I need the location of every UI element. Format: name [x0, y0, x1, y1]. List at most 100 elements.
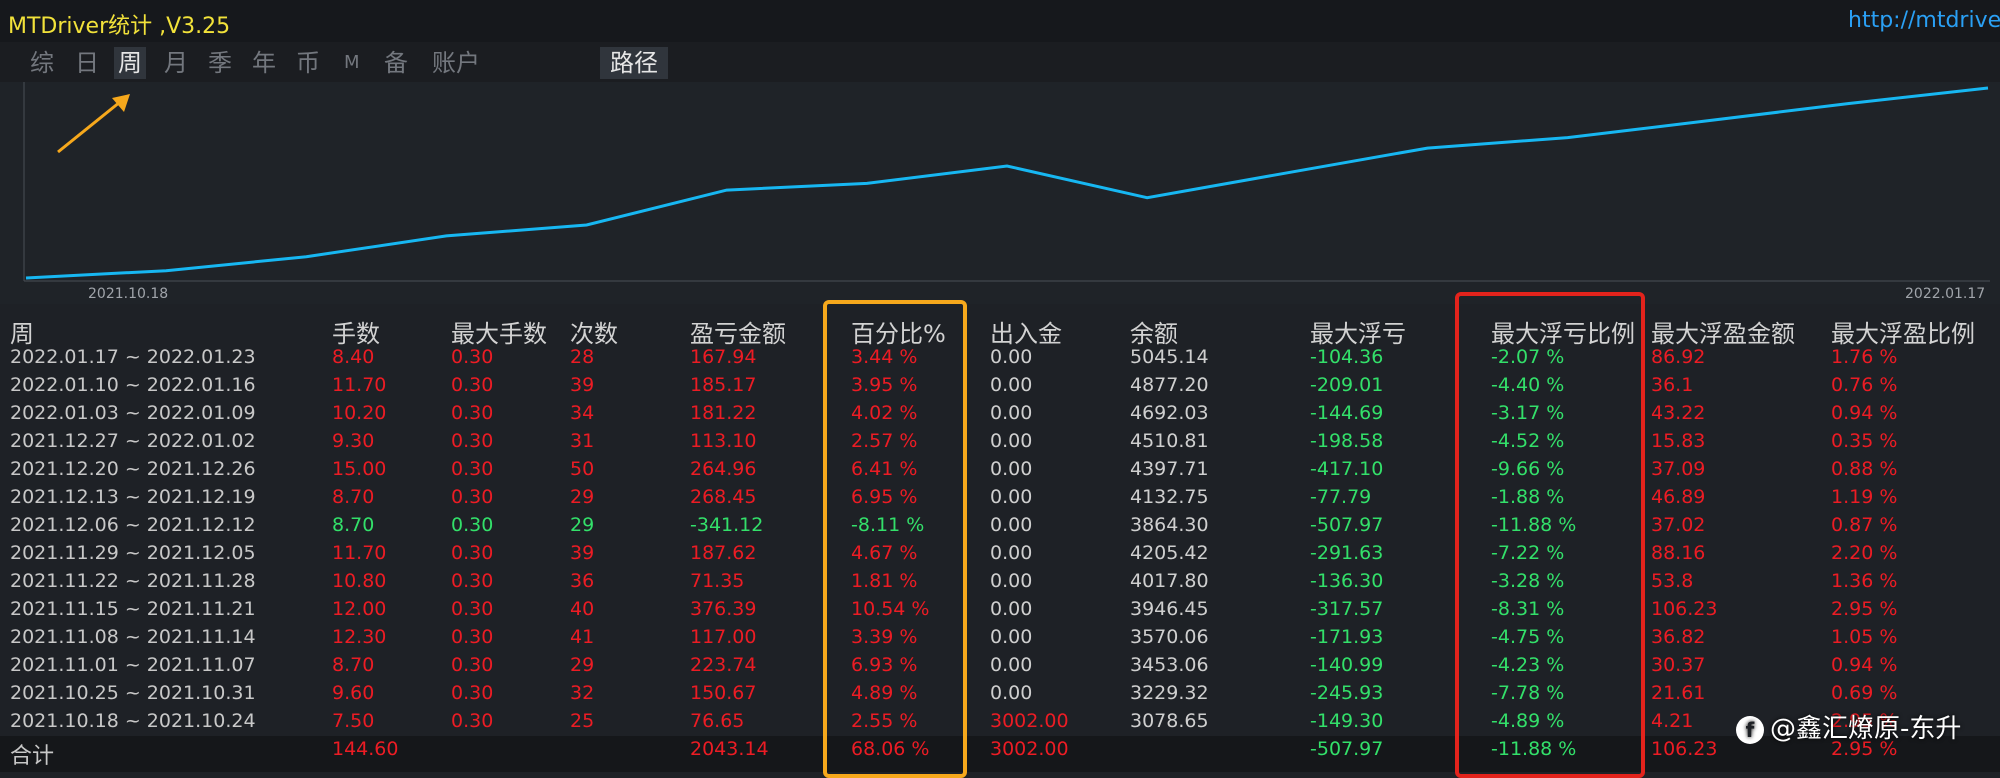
- table-cell-pnl: 76.65: [690, 710, 745, 732]
- table-cell-balance: 3229.32: [1130, 682, 1209, 704]
- table-cell-week: 2021.10.18 ~ 2021.10.24: [10, 710, 256, 732]
- table-cell-week: 2022.01.03 ~ 2022.01.09: [10, 402, 256, 424]
- table-cell-balance: 4877.20: [1130, 374, 1209, 396]
- table-cell-max-drawdown-ratio: -2.07 %: [1491, 346, 1565, 368]
- chart-x-start-label: 2021.10.18: [88, 286, 168, 302]
- table-cell-max-floating-profit: 86.92: [1651, 346, 1706, 368]
- tab-notes[interactable]: 备: [380, 47, 412, 79]
- path-button[interactable]: 路径: [600, 47, 668, 79]
- percent-column-highlight: [823, 300, 967, 778]
- table-cell-deposit: 0.00: [990, 346, 1033, 368]
- tab-overview[interactable]: 综: [26, 47, 58, 79]
- tab-account[interactable]: 账户: [428, 47, 484, 79]
- table-cell-percent: 3.44 %: [851, 346, 918, 368]
- table-cell-week: 2021.11.15 ~ 2021.11.21: [10, 598, 256, 620]
- table-cell-lots: 8.70: [332, 486, 375, 508]
- table-cell-max-floating-profit-ratio: 1.05 %: [1831, 626, 1898, 648]
- table-cell-percent: 4.89 %: [851, 682, 918, 704]
- table-cell-max-drawdown: -144.69: [1310, 402, 1384, 424]
- table-cell-pnl: 187.62: [690, 542, 757, 564]
- header-max-floating-profit-ratio: 最大浮盈比例: [1831, 320, 1975, 348]
- table-cell-max-lots: 0.30: [451, 598, 494, 620]
- table-cell-max-drawdown: -198.58: [1310, 430, 1384, 452]
- total-cell-deposit: 3002.00: [990, 738, 1069, 760]
- table-cell-trades: 29: [570, 514, 595, 536]
- table-cell-week: 2021.11.29 ~ 2021.12.05: [10, 542, 256, 564]
- table-cell-lots: 11.70: [332, 542, 387, 564]
- table-cell-trades: 39: [570, 374, 595, 396]
- table-cell-max-drawdown-ratio: -9.66 %: [1491, 458, 1565, 480]
- table-cell-max-floating-profit-ratio: 2.95 %: [1831, 598, 1898, 620]
- table-cell-max-lots: 0.30: [451, 402, 494, 424]
- table-cell-max-floating-profit: 30.37: [1651, 654, 1706, 676]
- table-cell-max-drawdown-ratio: -8.31 %: [1491, 598, 1565, 620]
- table-cell-deposit: 0.00: [990, 682, 1033, 704]
- table-cell-deposit: 0.00: [990, 486, 1033, 508]
- table-cell-max-floating-profit: 4.21: [1651, 710, 1694, 732]
- annotation-arrow-icon: [57, 94, 130, 154]
- table-cell-max-floating-profit-ratio: 0.35 %: [1831, 430, 1898, 452]
- table-cell-max-floating-profit-ratio: 1.19 %: [1831, 486, 1898, 508]
- table-cell-deposit: 3002.00: [990, 710, 1069, 732]
- table-cell-balance: 3453.06: [1130, 654, 1209, 676]
- site-url-link[interactable]: http://mtdriver.c: [1848, 8, 2000, 33]
- table-cell-lots: 8.70: [332, 654, 375, 676]
- table-cell-lots: 7.50: [332, 710, 375, 732]
- tab-week[interactable]: 周: [114, 47, 146, 79]
- table-cell-percent: -8.11 %: [851, 514, 925, 536]
- table-cell-deposit: 0.00: [990, 598, 1033, 620]
- table-cell-max-drawdown-ratio: -3.17 %: [1491, 402, 1565, 424]
- table-cell-balance: 4205.42: [1130, 542, 1209, 564]
- header-percent: 百分比%: [851, 320, 946, 348]
- table-cell-max-drawdown-ratio: -11.88 %: [1491, 514, 1577, 536]
- tab-month[interactable]: 月: [160, 47, 192, 79]
- table-cell-deposit: 0.00: [990, 374, 1033, 396]
- title-bar: MTDriver统计 ,V3.25 http://mtdriver.c: [0, 0, 2000, 42]
- table-cell-max-floating-profit-ratio: 0.88 %: [1831, 458, 1898, 480]
- facebook-icon: f: [1736, 715, 1764, 744]
- header-trades: 次数: [570, 320, 618, 348]
- table-cell-percent: 6.95 %: [851, 486, 918, 508]
- tab-year[interactable]: 年: [248, 47, 280, 79]
- table-cell-balance: 4132.75: [1130, 486, 1209, 508]
- table-cell-percent: 2.55 %: [851, 710, 918, 732]
- table-cell-max-floating-profit: 21.61: [1651, 682, 1706, 704]
- tab-m[interactable]: M: [340, 47, 364, 79]
- tab-day[interactable]: 日: [71, 47, 103, 79]
- table-cell-deposit: 0.00: [990, 654, 1033, 676]
- table-cell-max-drawdown: -507.97: [1310, 514, 1384, 536]
- header-week: 周: [10, 320, 34, 348]
- table-cell-pnl: 185.17: [690, 374, 757, 396]
- table-cell-max-floating-profit: 37.02: [1651, 514, 1706, 536]
- tab-currency[interactable]: 币: [292, 47, 324, 79]
- table-cell-pnl: 113.10: [690, 430, 757, 452]
- table-cell-pnl: 223.74: [690, 654, 757, 676]
- table-cell-percent: 1.81 %: [851, 570, 918, 592]
- table-cell-pnl: 268.45: [690, 486, 757, 508]
- table-cell-trades: 39: [570, 542, 595, 564]
- table-cell-max-lots: 0.30: [451, 626, 494, 648]
- table-cell-lots: 12.30: [332, 626, 387, 648]
- table-cell-max-lots: 0.30: [451, 654, 494, 676]
- chart-x-end-label: 2022.01.17: [1905, 286, 1985, 302]
- table-cell-max-drawdown-ratio: -3.28 %: [1491, 570, 1565, 592]
- table-cell-week: 2021.11.01 ~ 2021.11.07: [10, 654, 256, 676]
- table-cell-balance: 4017.80: [1130, 570, 1209, 592]
- tab-quarter[interactable]: 季: [204, 47, 236, 79]
- header-max-lots: 最大手数: [451, 320, 547, 348]
- table-cell-max-drawdown-ratio: -4.23 %: [1491, 654, 1565, 676]
- table-cell-percent: 2.57 %: [851, 430, 918, 452]
- table-cell-week: 2021.12.13 ~ 2021.12.19: [10, 486, 256, 508]
- total-cell-lots: 144.60: [332, 738, 399, 760]
- table-cell-trades: 41: [570, 626, 595, 648]
- table-cell-balance: 4692.03: [1130, 402, 1209, 424]
- total-cell-max-floating-profit: 106.23: [1651, 738, 1718, 760]
- table-cell-week: 2021.12.06 ~ 2021.12.12: [10, 514, 256, 536]
- table-cell-deposit: 0.00: [990, 514, 1033, 536]
- table-cell-max-lots: 0.30: [451, 682, 494, 704]
- table-cell-max-floating-profit: 106.23: [1651, 598, 1718, 620]
- table-cell-max-drawdown-ratio: -4.75 %: [1491, 626, 1565, 648]
- table-cell-lots: 15.00: [332, 458, 387, 480]
- table-cell-pnl: -341.12: [690, 514, 764, 536]
- table-cell-max-lots: 0.30: [451, 430, 494, 452]
